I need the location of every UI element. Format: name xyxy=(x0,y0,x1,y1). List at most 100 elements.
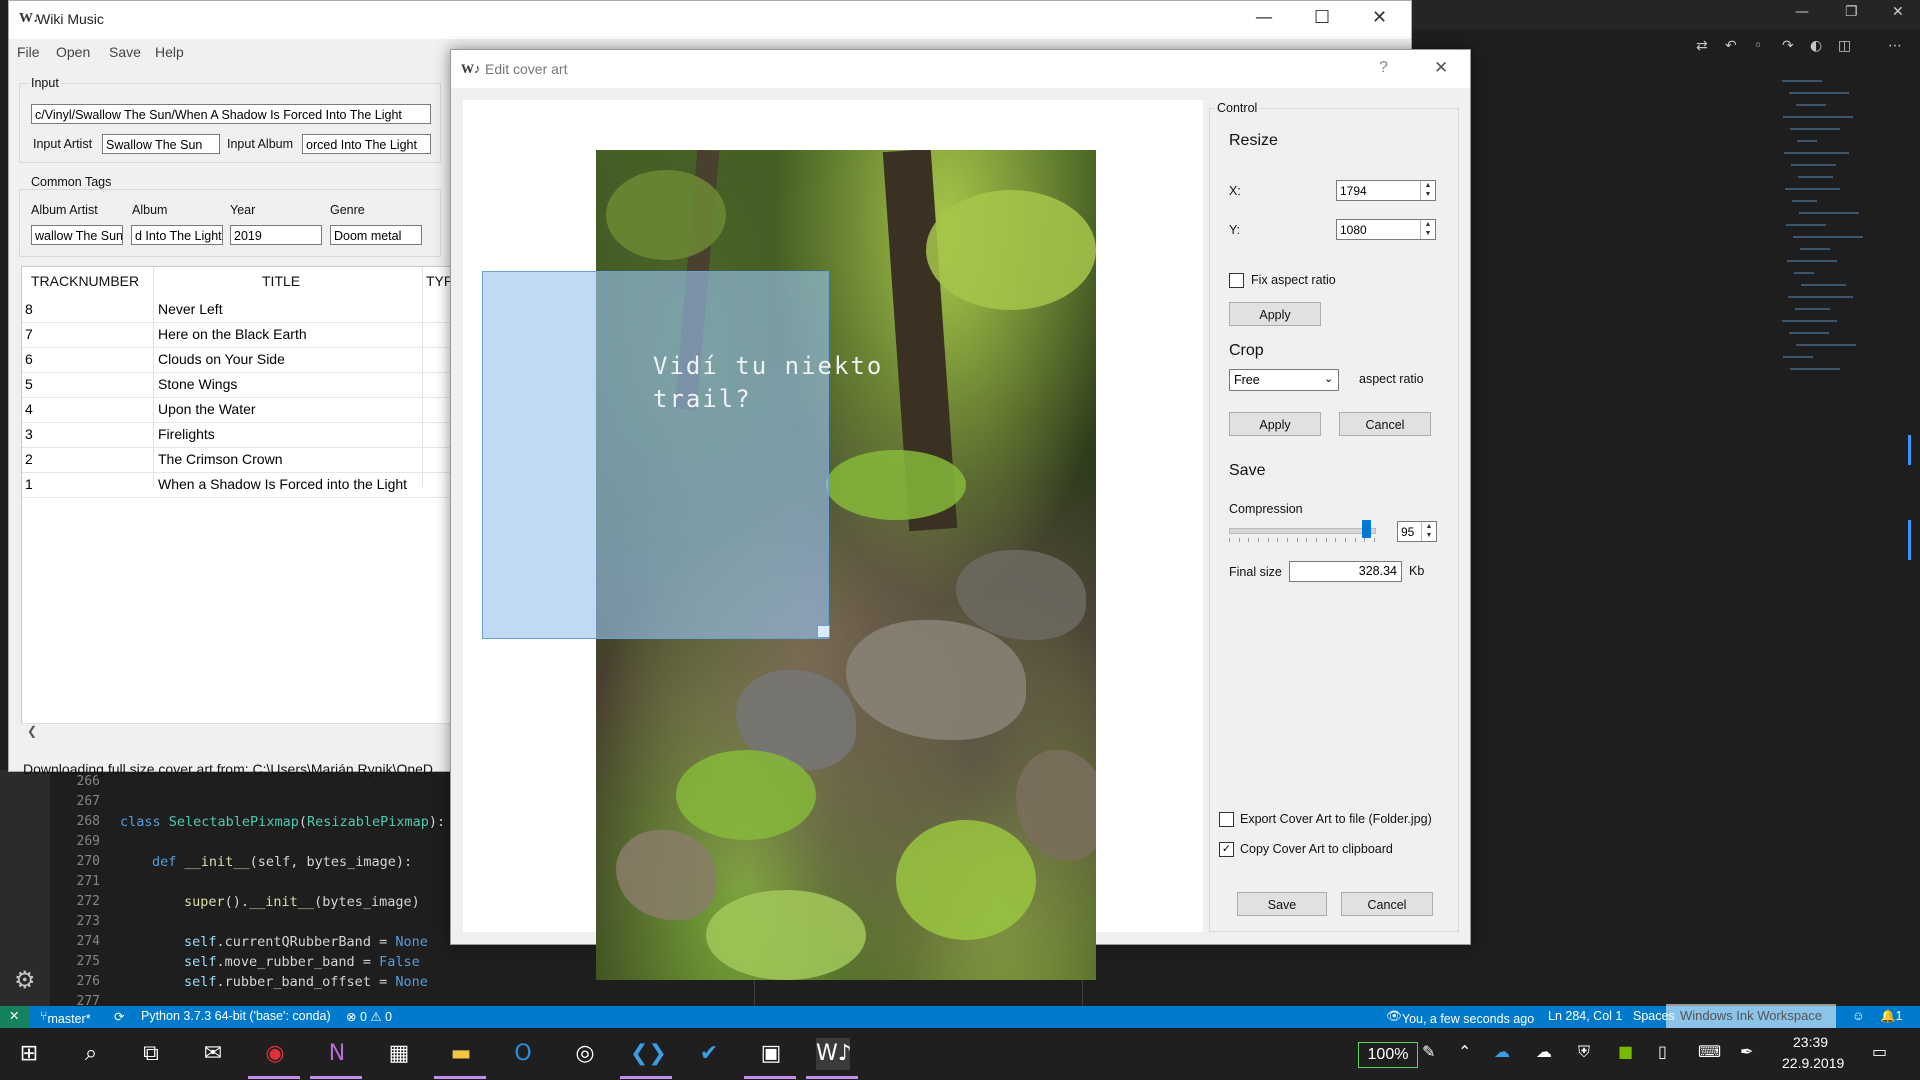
compression-spinbox[interactable]: 95 ▲ ▼ xyxy=(1397,521,1437,542)
minimap[interactable] xyxy=(1782,80,1882,400)
outlook-icon[interactable]: O xyxy=(506,1038,540,1070)
windows-start-icon[interactable]: ⊞ xyxy=(12,1038,46,1070)
track-table[interactable]: TRACKNUMBER TITLE TYPE 8 Never Left 7 Here… xyxy=(21,266,463,728)
final-size-field[interactable]: 328.34 xyxy=(1289,561,1402,582)
minimize-icon[interactable]: — xyxy=(1255,7,1273,28)
remote-button[interactable]: ✕ xyxy=(0,1006,30,1028)
table-row[interactable]: 4 Upon the Water xyxy=(22,397,462,423)
git-blame[interactable]: 👁 You, a few seconds ago xyxy=(1386,1009,1534,1026)
code-line[interactable]: def __init__(self, bytes_image): xyxy=(152,854,412,870)
branch-indicator[interactable]: ⑂ master* xyxy=(40,1009,91,1026)
scroll-left-icon[interactable]: ❮ xyxy=(27,724,37,738)
sync-icon[interactable]: ⟳ xyxy=(114,1009,124,1024)
table-row[interactable]: 2 The Crimson Crown xyxy=(22,447,462,473)
menu-save[interactable]: Save xyxy=(109,44,141,60)
menu-open[interactable]: Open xyxy=(56,44,90,60)
crop-selection[interactable] xyxy=(482,271,829,639)
obs-icon[interactable]: ◎ xyxy=(568,1038,602,1070)
preview-icon[interactable]: ◐ xyxy=(1810,38,1822,54)
spin-arrows-icon[interactable]: ▲ ▼ xyxy=(1420,220,1435,239)
menu-file[interactable]: File xyxy=(17,44,40,60)
code-line[interactable]: self.currentQRubberBand = None xyxy=(184,934,428,950)
code-line[interactable]: self.move_rubber_band = False xyxy=(184,954,420,970)
table-row[interactable]: 7 Here on the Black Earth xyxy=(22,322,462,348)
y-spinbox[interactable]: 1080 ▲ ▼ xyxy=(1336,219,1436,240)
dialog-close-button[interactable]: ✕ xyxy=(1434,58,1448,78)
todo-icon[interactable]: ✔ xyxy=(692,1038,726,1070)
search-icon[interactable]: ⌕ xyxy=(74,1038,108,1070)
code-line[interactable]: self.rubber_band_offset = None xyxy=(184,974,428,990)
code-line[interactable]: class SelectablePixmap(ResizablePixmap): xyxy=(120,814,445,830)
revert-icon[interactable]: ↶ xyxy=(1725,38,1737,54)
cancel-button[interactable]: Cancel xyxy=(1341,892,1433,916)
clipboard-checkbox[interactable]: ✓ xyxy=(1219,842,1234,857)
notifications-icon[interactable]: 🔔1 xyxy=(1880,1009,1903,1024)
compare-icon[interactable]: ⇄ xyxy=(1696,38,1708,54)
python-interpreter[interactable]: Python 3.7.3 64-bit ('base': conda) xyxy=(141,1009,331,1023)
spin-arrows-icon[interactable]: ▲ ▼ xyxy=(1421,522,1436,541)
code-line[interactable]: super().__init__(bytes_image) xyxy=(184,894,420,910)
input-album-field[interactable]: orced Into The Light xyxy=(302,134,431,154)
file-explorer-icon[interactable]: ▬ xyxy=(444,1038,478,1070)
nvidia-icon[interactable]: ■ xyxy=(1618,1042,1633,1061)
close-icon[interactable]: ✕ xyxy=(1892,4,1904,20)
album-field[interactable]: d Into The Light xyxy=(131,225,223,245)
maximize-icon[interactable]: ☐ xyxy=(1314,7,1330,28)
input-artist-field[interactable]: Swallow The Sun xyxy=(102,134,220,154)
terminal-icon[interactable]: ▣ xyxy=(754,1038,788,1070)
resize-apply-button[interactable]: Apply xyxy=(1229,302,1321,326)
onedrive-icon[interactable]: ☁ xyxy=(1494,1042,1510,1061)
table-row[interactable]: 1 When a Shadow Is Forced into the Light xyxy=(22,472,462,498)
battery-indicator[interactable]: 100% xyxy=(1358,1042,1418,1068)
minimize-icon[interactable]: — xyxy=(1795,4,1809,20)
pen-icon[interactable]: ✎ xyxy=(1422,1042,1435,1061)
gear-icon[interactable]: ⚙ xyxy=(14,966,36,995)
close-icon[interactable]: ✕ xyxy=(1372,7,1387,28)
more-actions-icon[interactable]: ⋯ xyxy=(1888,38,1902,54)
dot-icon[interactable]: ◦ xyxy=(1754,38,1762,54)
network-icon[interactable]: ⌨ xyxy=(1698,1042,1721,1061)
save-button[interactable]: Save xyxy=(1237,892,1327,916)
restore-icon[interactable]: ❐ xyxy=(1845,4,1858,20)
split-editor-icon[interactable]: ◫ xyxy=(1838,38,1851,54)
clock-date[interactable]: 22.9.2019 xyxy=(1782,1055,1844,1071)
cloud-icon[interactable]: ☁ xyxy=(1536,1042,1552,1061)
calculator-icon[interactable]: ▦ xyxy=(382,1038,416,1070)
crop-cancel-button[interactable]: Cancel xyxy=(1339,412,1431,436)
column-header-tracknumber[interactable]: TRACKNUMBER xyxy=(31,273,139,289)
clock-time[interactable]: 23:39 xyxy=(1793,1034,1828,1050)
album-artist-field[interactable]: wallow The Sun xyxy=(31,225,123,245)
crop-resize-handle[interactable] xyxy=(817,625,830,638)
task-view-icon[interactable]: ⧉ xyxy=(134,1038,168,1070)
onenote-icon[interactable]: N xyxy=(320,1038,354,1070)
problems-indicator[interactable]: ⊗ 0 ⚠ 0 xyxy=(346,1009,392,1024)
wiki-music-taskbar-icon[interactable]: W♪ xyxy=(816,1038,852,1070)
compression-slider[interactable] xyxy=(1229,528,1376,534)
x-spinbox[interactable]: 1794 ▲ ▼ xyxy=(1336,180,1436,201)
chevron-up-icon[interactable]: ⌃ xyxy=(1458,1042,1471,1061)
input-path-field[interactable]: c/Vinyl/Swallow The Sun/When A Shadow Is… xyxy=(31,104,431,124)
forward-icon[interactable]: ↷ xyxy=(1782,38,1794,54)
image-canvas[interactable]: Vidí tu niekto trail? xyxy=(463,100,1203,980)
vivaldi-icon[interactable]: ◉ xyxy=(258,1038,292,1070)
ink-workspace-icon[interactable]: ✒ xyxy=(1740,1042,1753,1061)
menu-help[interactable]: Help xyxy=(155,44,184,60)
slider-handle[interactable] xyxy=(1361,520,1371,538)
feedback-icon[interactable]: ☺ xyxy=(1852,1009,1865,1023)
shield-icon[interactable]: ⛨ xyxy=(1578,1042,1590,1062)
vscode-icon[interactable]: ❮❯ xyxy=(630,1038,667,1070)
export-cover-checkbox[interactable] xyxy=(1219,812,1234,827)
mail-icon[interactable]: ✉ xyxy=(196,1038,230,1070)
crop-mode-select[interactable]: Free ⌄ xyxy=(1229,369,1339,391)
cursor-position[interactable]: Ln 284, Col 1 xyxy=(1548,1009,1622,1023)
year-field[interactable]: 2019 xyxy=(230,225,322,245)
help-button[interactable]: ? xyxy=(1379,59,1388,77)
table-row[interactable]: 5 Stone Wings xyxy=(22,372,462,398)
column-header-title[interactable]: TITLE xyxy=(262,273,300,289)
table-row[interactable]: 3 Firelights xyxy=(22,422,462,448)
spin-arrows-icon[interactable]: ▲ ▼ xyxy=(1420,181,1435,200)
fix-aspect-checkbox[interactable] xyxy=(1229,273,1244,288)
genre-field[interactable]: Doom metal xyxy=(330,225,422,245)
battery-icon[interactable]: ▯ xyxy=(1658,1042,1667,1061)
action-center-icon[interactable]: ▭ xyxy=(1872,1042,1887,1061)
